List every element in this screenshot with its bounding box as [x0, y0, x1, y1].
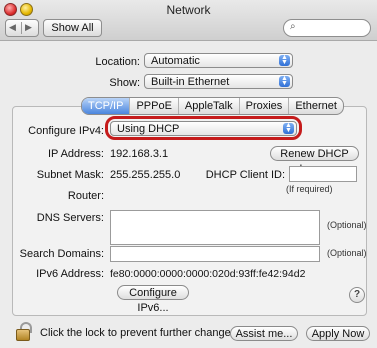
- dhcp-client-id-field[interactable]: [289, 166, 357, 182]
- ipv6-address-label: IPv6 Address:: [36, 268, 104, 280]
- ip-address-label: IP Address:: [47, 148, 104, 160]
- popup-arrows-icon: ▲ ▼: [279, 75, 290, 87]
- tab-tcpip[interactable]: TCP/IP: [82, 98, 131, 114]
- search-field[interactable]: ⌕: [283, 19, 371, 37]
- search-domains-field[interactable]: [110, 246, 320, 262]
- network-window: Network ◀ ▶ Show All ⌕ Location: Automat…: [0, 0, 377, 348]
- ip-address-value: 192.168.3.1: [110, 148, 169, 160]
- show-label: Show:: [109, 77, 140, 89]
- search-icon: ⌕: [290, 21, 296, 32]
- location-value: Automatic: [151, 55, 200, 67]
- show-popup[interactable]: Built-in Ethernet ▲ ▼: [144, 74, 293, 89]
- subnet-mask-label: Subnet Mask:: [36, 169, 104, 181]
- ipv6-address-value: fe80:0000:0000:0000:020d:93ff:fe42:94d2: [110, 268, 306, 280]
- nav-separator: [21, 22, 22, 34]
- configure-ipv4-highlight: [105, 116, 302, 140]
- popup-arrows-icon: ▲ ▼: [279, 54, 290, 66]
- help-icon[interactable]: ?: [349, 287, 365, 303]
- search-domains-label: Search Domains:: [19, 248, 104, 260]
- show-all-button[interactable]: Show All: [43, 19, 102, 37]
- assist-me-button[interactable]: Assist me...: [230, 326, 298, 341]
- subnet-mask-value: 255.255.255.0: [110, 169, 181, 181]
- show-value: Built-in Ethernet: [151, 76, 230, 88]
- dhcp-client-id-label: DHCP Client ID:: [205, 169, 285, 181]
- network-tabs: TCP/IP PPPoE AppleTalk Proxies Ethernet: [81, 97, 344, 115]
- lock-status-text: Click the lock to prevent further change…: [40, 327, 240, 339]
- dns-servers-label: DNS Servers:: [36, 212, 104, 224]
- apply-now-button[interactable]: Apply Now: [306, 326, 370, 341]
- title-bar: Network ◀ ▶ Show All ⌕: [0, 0, 377, 41]
- dns-servers-field[interactable]: [110, 210, 320, 245]
- renew-dhcp-lease-button[interactable]: Renew DHCP Lease: [270, 146, 359, 175]
- configure-ipv4-label: Configure IPv4:: [28, 125, 104, 137]
- tab-ethernet[interactable]: Ethernet: [289, 98, 343, 114]
- configure-ipv6-button[interactable]: Configure IPv6...: [117, 285, 189, 314]
- if-required-note: (If required): [286, 184, 333, 194]
- lock-icon[interactable]: [14, 322, 32, 341]
- dns-optional-note: (Optional): [327, 220, 367, 230]
- router-label: Router:: [67, 190, 104, 202]
- back-arrow-icon[interactable]: ◀: [9, 22, 16, 33]
- tab-proxies[interactable]: Proxies: [240, 98, 290, 114]
- window-title: Network: [166, 3, 211, 17]
- location-label: Location:: [95, 56, 140, 68]
- forward-arrow-icon[interactable]: ▶: [25, 22, 32, 33]
- tab-appletalk[interactable]: AppleTalk: [179, 98, 240, 114]
- location-popup[interactable]: Automatic ▲ ▼: [144, 53, 293, 68]
- tab-pppoe[interactable]: PPPoE: [130, 98, 179, 114]
- back-forward-control[interactable]: ◀ ▶: [5, 19, 39, 37]
- search-optional-note: (Optional): [327, 248, 367, 258]
- lock-body: [16, 329, 30, 341]
